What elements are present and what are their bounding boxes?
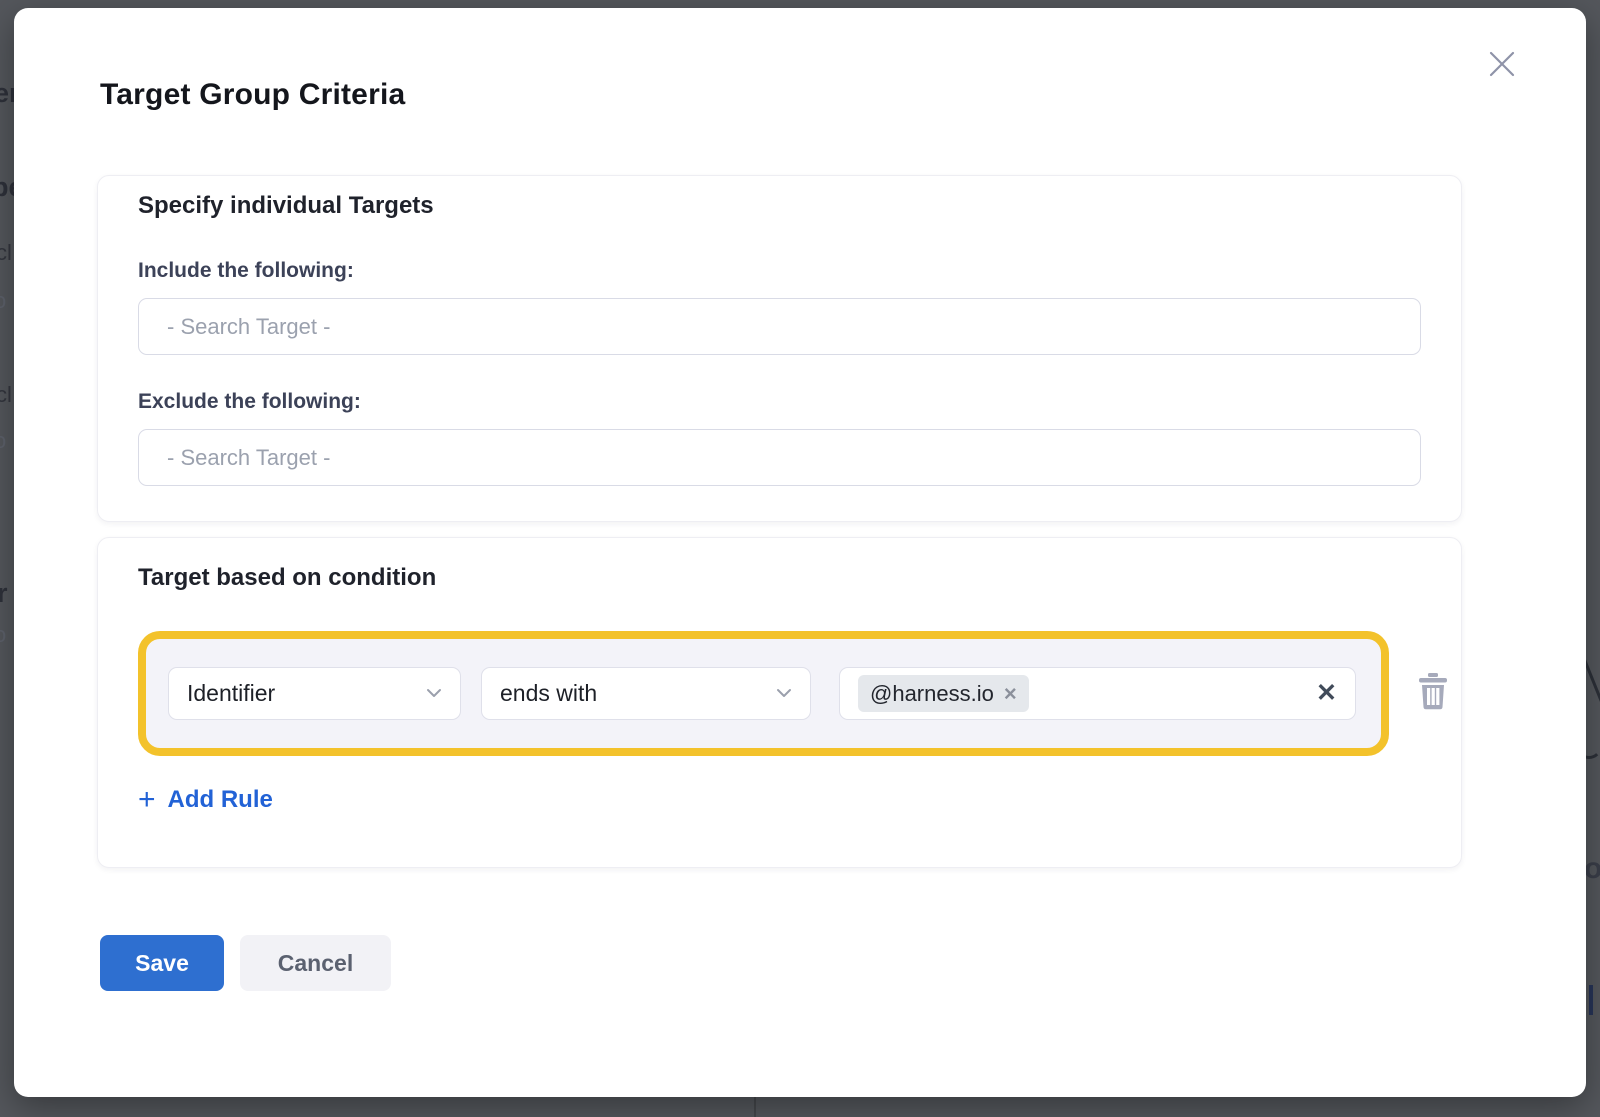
attribute-select-value: Identifier bbox=[187, 680, 275, 707]
operator-select-value: ends with bbox=[500, 680, 597, 707]
include-targets-search-input[interactable] bbox=[138, 298, 1421, 355]
condition-card: Target based on condition Identifier end… bbox=[97, 537, 1462, 868]
background-bar bbox=[1589, 985, 1593, 1015]
close-icon[interactable] bbox=[1484, 46, 1520, 82]
add-rule-button[interactable]: + Add Rule bbox=[138, 786, 273, 814]
condition-rule-row: Identifier ends with @harness.io × ✕ bbox=[138, 631, 1389, 756]
backdrop-panel-divider bbox=[754, 1097, 756, 1117]
value-tag-text: @harness.io bbox=[870, 681, 994, 707]
plus-icon: + bbox=[138, 788, 156, 812]
individual-targets-heading: Specify individual Targets bbox=[138, 190, 1421, 222]
background-curve bbox=[1586, 733, 1600, 759]
delete-rule-button[interactable] bbox=[1416, 672, 1452, 712]
include-label: Include the following: bbox=[138, 258, 1421, 284]
background-curve bbox=[1586, 648, 1600, 707]
remove-tag-icon[interactable]: × bbox=[1004, 683, 1017, 705]
attribute-select[interactable]: Identifier bbox=[168, 667, 461, 720]
background-fragment: o bbox=[1586, 852, 1600, 886]
clear-values-icon[interactable]: ✕ bbox=[1316, 681, 1337, 706]
condition-heading: Target based on condition bbox=[138, 562, 1421, 594]
background-fragment: cl bbox=[0, 382, 12, 408]
backdrop-left-strip: er pe cl o cl o r o bbox=[0, 0, 14, 1117]
exclude-targets-search-input[interactable] bbox=[138, 429, 1421, 486]
operator-select[interactable]: ends with bbox=[481, 667, 811, 720]
backdrop-right-strip: o bbox=[1586, 0, 1600, 1117]
target-group-criteria-modal: Target Group Criteria Specify individual… bbox=[14, 8, 1586, 1097]
cancel-button[interactable]: Cancel bbox=[240, 935, 391, 991]
background-fragment: o bbox=[0, 622, 6, 648]
page-title: Target Group Criteria bbox=[100, 78, 405, 112]
modal-footer: Save Cancel bbox=[100, 935, 391, 991]
chevron-down-icon bbox=[776, 685, 792, 703]
chevron-down-icon bbox=[426, 685, 442, 703]
background-fragment: o bbox=[0, 428, 6, 454]
background-fragment: o bbox=[0, 288, 6, 314]
background-fragment: r bbox=[0, 578, 8, 609]
exclude-label: Exclude the following: bbox=[138, 389, 1421, 415]
value-tag-chip: @harness.io × bbox=[858, 675, 1029, 712]
save-button[interactable]: Save bbox=[100, 935, 224, 991]
individual-targets-card: Specify individual Targets Include the f… bbox=[97, 175, 1462, 522]
add-rule-label: Add Rule bbox=[168, 786, 273, 814]
values-tag-input[interactable]: @harness.io × ✕ bbox=[839, 667, 1356, 720]
background-fragment: cl bbox=[0, 240, 12, 266]
